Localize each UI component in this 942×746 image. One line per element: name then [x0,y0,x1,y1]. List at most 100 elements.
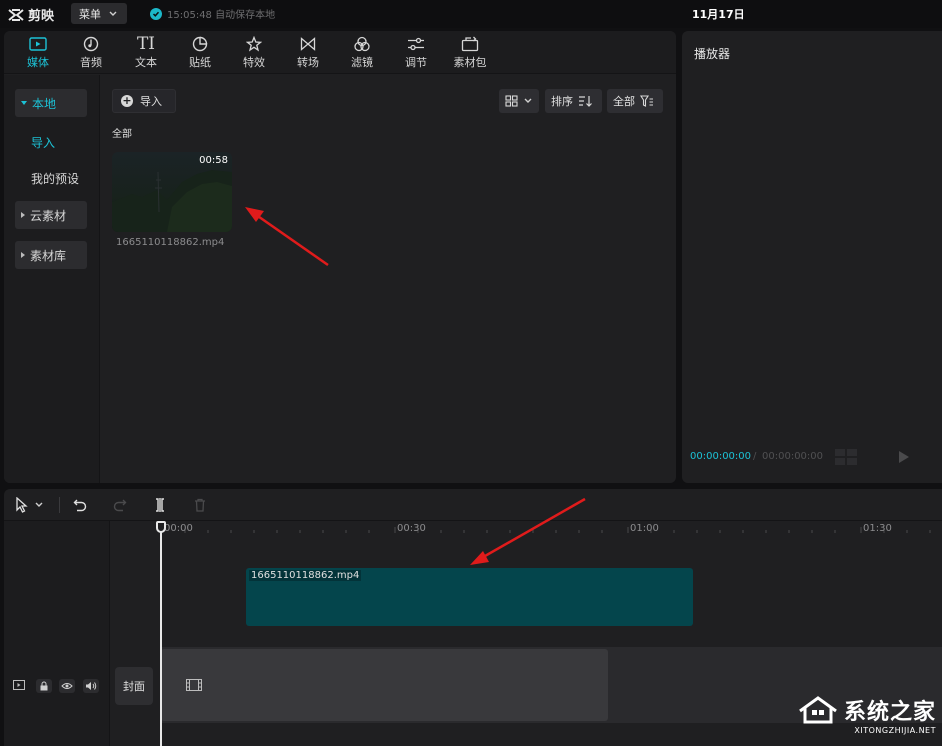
caret-right-icon [21,212,25,218]
sort-icon [579,96,592,107]
delete-button[interactable] [190,495,210,515]
ruler-tick-label: 00:00 [164,523,193,534]
ruler-ticks [161,527,931,533]
undo-icon [73,499,87,512]
playhead[interactable] [160,523,162,746]
view-mode-button[interactable] [499,89,539,113]
media-sidebar: 本地 导入 我的预设 云素材 素材库 [4,75,100,483]
lock-icon[interactable] [36,679,52,693]
player-panel: 播放器 00:00:00:00 / 00:00:00:00 [682,31,942,483]
menu-button[interactable]: 菜单 [71,3,127,24]
tab-label: 特效 [243,56,265,69]
ruler-tick-label: 01:00 [630,523,659,534]
cover-button[interactable]: 封面 [115,667,153,705]
cursor-icon [16,497,28,513]
tab-package[interactable]: 素材包 [445,34,495,74]
volume-icon[interactable] [83,679,99,693]
sidebar-item-cloud[interactable]: 云素材 [15,201,87,229]
player-total-time: 00:00:00:00 [762,451,824,462]
clip-duration: 00:58 [199,155,228,166]
sidebar-item-library[interactable]: 素材库 [15,241,87,269]
ruler-tick-label: 00:30 [397,523,426,534]
watermark-url: XITONGZHIJIA.NET [854,726,936,735]
effects-icon [246,34,262,54]
tab-sticker[interactable]: 贴纸 [175,34,225,74]
menu-label: 菜单 [79,7,101,21]
split-button[interactable] [150,495,170,515]
watermark-title: 系统之家 [843,700,936,725]
app-logo: 剪映 [8,5,54,24]
timeline-ruler[interactable]: 00:00 00:30 01:00 01:30 [110,521,942,539]
adjust-icon [407,34,425,54]
track-header [4,521,110,746]
tab-adjust[interactable]: 调节 [391,34,441,74]
film-icon [186,679,202,691]
tab-label: 文本 [135,56,157,69]
redo-button[interactable] [110,495,130,515]
undo-button[interactable] [70,495,90,515]
text-icon: TI [136,34,156,54]
track-video-icon[interactable] [12,679,26,691]
title-bar: 剪映 菜单 15:05:48 自动保存本地 11月17日 [0,0,942,28]
section-label: 全部 [112,129,132,140]
check-circle-icon [150,7,162,20]
tab-effects[interactable]: 特效 [229,34,279,74]
house-logo-icon [799,696,837,724]
sidebar-item-label: 云素材 [30,208,67,223]
eye-icon[interactable] [59,679,75,693]
sidebar-item-import[interactable]: 导入 [15,128,87,156]
media-clip-thumbnail[interactable]: 00:58 [112,152,232,232]
tab-label: 音频 [80,56,102,69]
player-current-time: 00:00:00:00 [690,451,752,462]
tab-filter[interactable]: 滤镜 [337,34,387,74]
caret-right-icon [21,252,25,258]
import-button[interactable]: + 导入 [112,89,176,113]
player-title: 播放器 [694,47,731,61]
tab-text[interactable]: TI 文本 [121,34,171,74]
sidebar-item-label: 导入 [31,135,56,150]
tab-transition[interactable]: 转场 [283,34,333,74]
trash-icon [195,498,205,512]
tab-label: 贴纸 [189,56,211,69]
fullscreen-grid-icon[interactable] [834,448,858,466]
asset-toolbar: 媒体 音频 TI 文本 贴纸 特效 转场 滤镜 调节 素材包 [4,31,676,74]
sidebar-item-label: 素材库 [30,248,67,263]
chevron-down-icon [109,11,117,16]
chevron-down-icon [524,98,532,103]
media-panel: 媒体 音频 TI 文本 贴纸 特效 转场 滤镜 调节 素材包 本地 导入 我的预… [4,31,676,483]
media-icon [29,34,47,54]
app-name: 剪映 [28,9,55,24]
time-separator: / [753,451,757,462]
cover-label: 封面 [123,680,145,693]
funnel-icon [640,95,653,107]
tab-label: 媒体 [27,56,49,69]
filter-icon [353,34,371,54]
transition-icon [300,34,316,54]
sticker-icon [192,34,208,54]
play-icon[interactable] [898,450,910,464]
capcut-logo-icon [8,8,24,21]
caret-down-icon [21,101,27,105]
toolbar-divider [59,497,60,513]
sort-label: 排序 [551,95,573,108]
package-icon [461,34,479,54]
tab-label: 滤镜 [351,56,373,69]
timeline-video-clip[interactable]: 1665110118862.mp4 [246,568,693,626]
split-icon [156,498,164,512]
main-track-placeholder[interactable] [161,649,608,721]
timeline-toolbar [4,489,942,521]
clip-filename: 1665110118862.mp4 [116,237,225,248]
redo-icon [113,499,127,512]
autosave-status: 15:05:48 自动保存本地 [150,6,275,21]
grid-icon [505,95,518,107]
ruler-tick-label: 01:30 [863,523,892,534]
select-tool-button[interactable] [10,495,48,515]
playhead-handle[interactable] [156,521,166,533]
tab-label: 调节 [405,56,427,69]
tab-media[interactable]: 媒体 [13,34,63,74]
sidebar-item-local[interactable]: 本地 [15,89,87,117]
filter-all-button[interactable]: 全部 [607,89,663,113]
sort-button[interactable]: 排序 [545,89,602,113]
tab-audio[interactable]: 音频 [66,34,116,74]
sidebar-item-presets[interactable]: 我的预设 [15,164,87,192]
